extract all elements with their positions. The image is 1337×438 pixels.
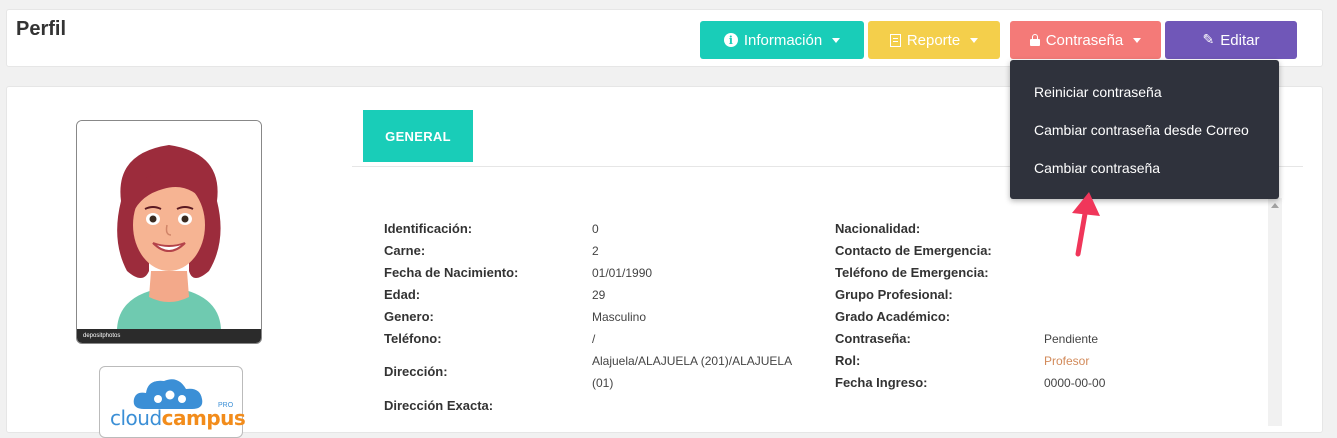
logo-badge: PRO: [218, 402, 234, 409]
value-telefono: /: [592, 332, 596, 346]
chevron-down-icon: [970, 37, 979, 43]
label-contacto-emergencia: Contacto de Emergencia:: [835, 243, 992, 258]
chevron-down-icon: [832, 37, 841, 43]
label-identificacion: Identificación:: [384, 221, 473, 236]
info-icon: i: [723, 33, 738, 47]
report-button[interactable]: Reporte: [868, 21, 1000, 59]
value-fecha-ingreso: 0000-00-00: [1044, 376, 1106, 390]
value-fecha-nacimiento: 01/01/1990: [592, 266, 653, 280]
tab-general[interactable]: GENERAL: [363, 110, 473, 162]
label-nacionalidad: Nacionalidad:: [835, 221, 921, 236]
label-rol: Rol:: [835, 353, 861, 368]
value-carne: 2: [592, 244, 599, 258]
menu-item-change-password[interactable]: Cambiar contraseña: [1034, 160, 1160, 176]
logo-text-accent: campus: [161, 406, 246, 430]
page-title: Perfil: [16, 18, 67, 40]
annotation-arrow-icon: [1072, 192, 1100, 257]
scrollbar[interactable]: [1268, 198, 1282, 426]
value-contrasena: Pendiente: [1044, 332, 1099, 346]
school-logo: cloudcampus PRO: [99, 366, 246, 438]
password-dropdown-menu: Reiniciar contraseña Cambiar contraseña …: [1010, 60, 1279, 199]
label-grado-academico: Grado Académico:: [835, 309, 951, 324]
label-fecha-nacimiento: Fecha de Nacimiento:: [384, 265, 519, 280]
avatar-watermark: depositphotos: [77, 329, 261, 343]
document-icon: [889, 33, 901, 47]
edit-button-label: Editar: [1220, 31, 1260, 49]
value-rol: Profesor: [1044, 354, 1090, 368]
pencil-icon: ✎: [1202, 32, 1215, 48]
info-button-label: Información: [743, 31, 823, 49]
label-direccion: Dirección:: [384, 364, 448, 379]
menu-item-reset-password[interactable]: Reiniciar contraseña: [1034, 84, 1162, 100]
label-contrasena: Contraseña:: [835, 331, 911, 346]
avatar: depositphotos: [76, 120, 262, 344]
info-button[interactable]: i Información: [700, 21, 864, 59]
lock-icon: [1029, 34, 1040, 46]
avatar-illustration: [77, 121, 261, 329]
value-edad: 29: [592, 288, 606, 302]
logo-text-left: cloud: [110, 406, 162, 430]
edit-button[interactable]: ✎ Editar: [1165, 21, 1297, 59]
label-telefono: Teléfono:: [384, 331, 442, 346]
scroll-up-icon[interactable]: [1271, 203, 1279, 208]
label-telefono-emergencia: Teléfono de Emergencia:: [835, 265, 989, 280]
chevron-down-icon: [1133, 37, 1142, 43]
value-genero: Masculino: [592, 310, 647, 324]
password-button[interactable]: Contraseña: [1010, 21, 1161, 59]
label-grupo-profesional: Grupo Profesional:: [835, 287, 953, 302]
value-identificacion: 0: [592, 222, 599, 236]
label-fecha-ingreso: Fecha Ingreso:: [835, 375, 928, 390]
label-carne: Carne:: [384, 243, 426, 258]
menu-item-change-password-email[interactable]: Cambiar contraseña desde Correo: [1034, 122, 1249, 138]
label-edad: Edad:: [384, 287, 421, 302]
report-button-label: Reporte: [906, 31, 961, 49]
value-direccion-line2: (01): [592, 376, 614, 390]
logo-wordmark: cloudcampus: [110, 406, 246, 430]
password-button-label: Contraseña: [1045, 31, 1124, 49]
value-direccion-line1: Alajuela/ALAJUELA (201)/ALAJUELA: [592, 354, 793, 368]
label-direccion-exacta: Dirección Exacta:: [384, 398, 494, 413]
label-genero: Genero:: [384, 309, 434, 324]
